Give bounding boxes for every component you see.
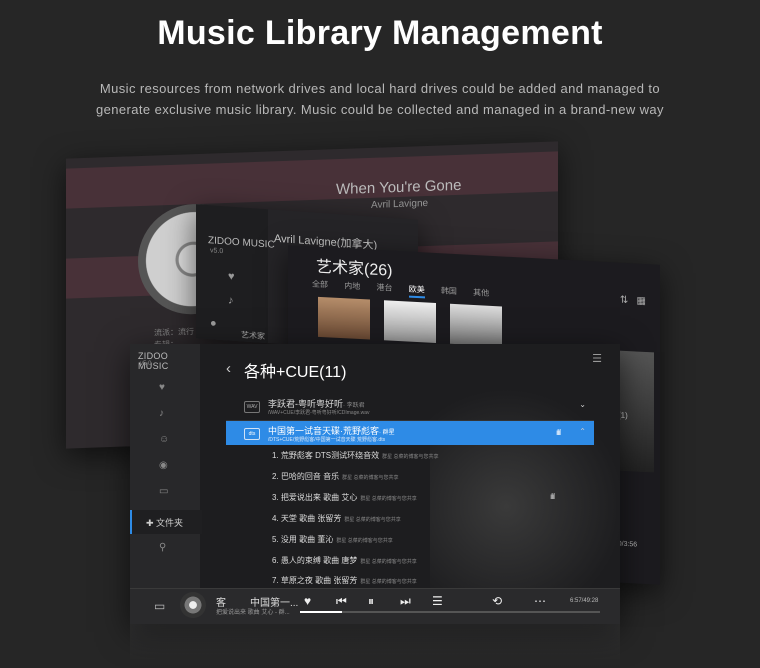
heart-icon[interactable]: ♥ (228, 270, 235, 282)
tab-hktw[interactable]: 港台 (376, 283, 392, 293)
sort-icon[interactable]: ⇅ ▦ (620, 295, 646, 307)
app-version: v5.0 (140, 361, 152, 367)
sidebar: ZIDOO MUSIC v5.0 ♥ ♪ ☺ ◉ ▭ ✚ 文件夹 ⚲ (130, 344, 202, 588)
album-thumbnail[interactable] (180, 592, 206, 618)
artists-title: 艺术家(26) (316, 258, 393, 280)
item-path: /DTS+CUE/荒野彪客/中国第一试音天碟 荒野彪客.dts (268, 437, 386, 443)
screen-icon[interactable]: ▭ (154, 599, 165, 613)
repeat-icon[interactable]: ⟲ (492, 594, 502, 608)
tab-all[interactable]: 全部 (312, 280, 328, 290)
player-subtitle: 把爱说出来 歌曲 艾心 - 群... (216, 610, 290, 616)
player-bar: ▭ 客 中国第一... 把爱说出来 歌曲 艾心 - 群... ♥ ⏮ ⏸ ⏭ ☰… (130, 588, 620, 624)
person-icon[interactable]: ☺ (159, 434, 169, 445)
subtitle-line-2: generate exclusive music library. Music … (96, 102, 664, 117)
playing-equalizer-icon: ılıl (550, 492, 555, 501)
tab-korea[interactable]: 韩国 (441, 286, 457, 296)
folder-title: 各种+CUE(11) (244, 364, 347, 381)
artist-cover[interactable] (318, 296, 370, 340)
back-icon[interactable]: ‹ (226, 360, 231, 377)
pause-icon[interactable]: ⏸ (368, 594, 374, 609)
sidebar-item-artists[interactable]: 艺术家 (241, 329, 265, 342)
artist-tabs: 全部 内地 港台 欧美 韩国 其他 (312, 279, 503, 300)
track-row[interactable]: 3. 把爱说出来 歌曲 艾心 群星 总菜的博客与您共享 (272, 492, 417, 503)
chevron-down-icon[interactable]: ⌄ (579, 400, 586, 409)
song-artist: Avril Lavigne (371, 197, 429, 211)
folder-window: ZIDOO MUSIC v5.0 ♥ ♪ ☺ ◉ ▭ ✚ 文件夹 ⚲ ‹ 各种+… (130, 344, 620, 624)
folder-icon[interactable]: ▭ (159, 486, 168, 497)
heart-icon[interactable]: ♥ (159, 382, 165, 393)
subtitle-line-1: Music resources from network drives and … (99, 81, 661, 96)
disc-icon[interactable]: ◉ (159, 460, 168, 471)
format-badge: WAV (244, 401, 260, 413)
equalizer-icon: ılıl (556, 428, 561, 437)
next-icon[interactable]: ⏭ (400, 594, 411, 609)
track-row[interactable]: 6. 愚人的束缚 歌曲 唐梦 群星 总菜的博客与您共享 (272, 555, 417, 566)
background-stripe (66, 151, 558, 209)
track-row[interactable]: 7. 草原之夜 歌曲 张留芳 群星 总菜的博客与您共享 (272, 575, 417, 586)
tab-mainland[interactable]: 内地 (344, 281, 360, 291)
progress-fill (300, 611, 342, 613)
more-icon[interactable]: ⋯ (534, 594, 546, 608)
person-icon[interactable]: ● (210, 317, 217, 329)
list-item-selected[interactable]: dts 中国第一试音天碟·荒野彪客· 群星 /DTS+CUE/荒野彪客/中国第一… (226, 421, 594, 445)
previous-icon[interactable]: ⏮ (336, 594, 347, 609)
track-row[interactable]: 5. 没用 歌曲 董沁 群星 总菜的博客与您共享 (272, 534, 393, 545)
grid-icon: ▦ (636, 295, 646, 308)
artist-cover[interactable] (450, 303, 502, 347)
artist-cover[interactable] (384, 300, 436, 344)
search-icon[interactable]: ⚲ (159, 542, 166, 553)
format-badge: dts (244, 428, 260, 440)
list-icon[interactable]: ☰ (592, 352, 602, 365)
chevron-up-icon[interactable]: ⌃ (579, 427, 586, 436)
playlist-icon[interactable]: ☰ (432, 594, 443, 608)
microphone-icon[interactable]: ♪ (159, 408, 164, 419)
reflection (130, 624, 620, 668)
list-item[interactable]: WAV 李跃君-粤听粤好听· 李跃君 /WAV+CUE/李跃君-粤听粤好听/CD… (226, 394, 594, 421)
time-readout: 6:57/49:28 (570, 598, 599, 604)
item-path: /WAV+CUE/李跃君-粤听粤好听/CDImage.wav (268, 410, 370, 416)
microphone-icon[interactable]: ♪ (228, 294, 234, 306)
progress-bar[interactable] (300, 611, 600, 613)
sidebar-item-folder[interactable]: ✚ 文件夹 (130, 510, 202, 534)
track-row[interactable]: 1. 荒野彪客 DTS测试环绕音效 群星 总菜的博客与您共享 (272, 450, 439, 461)
app-version: v5.0 (210, 247, 224, 256)
heart-icon[interactable]: ♥ (304, 594, 311, 608)
page-subtitle: Music resources from network drives and … (60, 78, 700, 120)
track-row[interactable]: 2. 巴哈的回音 音乐 群星 总菜的博客与您共享 (272, 471, 399, 482)
track-row[interactable]: 4. 天堂 歌曲 张留芳 群星 总菜的博客与您共享 (272, 513, 401, 524)
page-title: Music Library Management (157, 14, 603, 52)
tab-western[interactable]: 欧美 (408, 284, 425, 299)
tab-other[interactable]: 其他 (473, 288, 489, 298)
